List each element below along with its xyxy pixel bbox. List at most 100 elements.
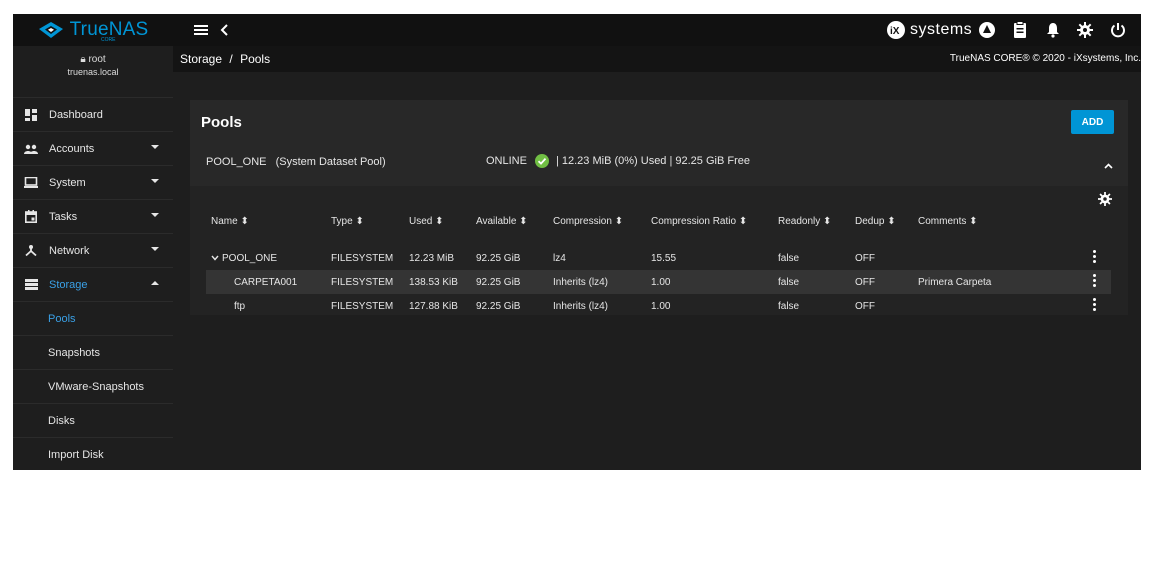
column-header-name[interactable]: Name ⬍ (211, 216, 249, 227)
cell-available: 92.25 GiB (476, 253, 521, 264)
table-row[interactable]: ftp FILESYSTEM 127.88 KiB 92.25 GiB Inhe… (206, 294, 1111, 318)
cell-name: CARPETA001 (234, 277, 298, 288)
chevron-down-icon (151, 213, 159, 217)
power-icon[interactable] (1108, 20, 1128, 40)
cell-used: 138.53 KiB (409, 277, 458, 288)
column-header-compression-ratio[interactable]: Compression Ratio ⬍ (651, 216, 747, 227)
bell-icon[interactable] (1043, 20, 1063, 40)
chevron-down-icon (151, 247, 159, 251)
expand-chevron-icon[interactable] (211, 253, 219, 264)
cell-used: 12.23 MiB (409, 253, 455, 264)
cell-compression: lz4 (553, 253, 566, 264)
app-window: TrueNAS CORE iX systems 🔒︎ root truenas.… (13, 14, 1141, 470)
cell-readonly: false (778, 277, 800, 288)
truenas-logo-icon (38, 22, 63, 38)
brand-edition: CORE (101, 37, 116, 43)
calendar-icon (13, 210, 49, 223)
system-icon (13, 177, 49, 188)
chevron-down-icon (151, 179, 159, 183)
sidebar-item-label: Accounts (49, 142, 95, 155)
sidebar-subitem-snapshots[interactable]: Snapshots (13, 336, 173, 370)
row-actions-kebab-icon[interactable] (1093, 274, 1097, 288)
cell-compression: Inherits (lz4) (553, 277, 609, 288)
breadcrumb-separator: / (229, 52, 233, 66)
column-header-readonly[interactable]: Readonly ⬍ (778, 216, 831, 227)
ixsystems-logo[interactable]: iX systems (885, 19, 972, 41)
sidebar-item-label: Dashboard (49, 108, 103, 121)
table-header: Name ⬍ Type ⬍ Used ⬍ Available ⬍ Compres… (190, 216, 1128, 232)
cell-readonly: false (778, 253, 800, 264)
sidebar-item-accounts[interactable]: Accounts (13, 132, 173, 166)
table-row[interactable]: POOL_ONE FILESYSTEM 12.23 MiB 92.25 GiB … (206, 246, 1111, 270)
sidebar-item-network[interactable]: Network (13, 234, 173, 268)
cell-ratio: 1.00 (651, 277, 671, 288)
cell-used: 127.88 KiB (409, 301, 458, 312)
sidebar-subitem-disks[interactable]: Disks (13, 404, 173, 438)
user-panel: 🔒︎ root truenas.local (13, 46, 173, 98)
truecommand-icon[interactable] (977, 20, 997, 40)
sidebar-item-label: Storage (49, 278, 88, 291)
ix-logo: iX (887, 21, 905, 39)
cell-type: FILESYSTEM (331, 277, 394, 288)
sidebar-item-label: Tasks (49, 210, 78, 223)
column-header-type[interactable]: Type ⬍ (331, 216, 364, 227)
breadcrumb-current: Pools (240, 52, 271, 66)
cell-compression: Inherits (lz4) (553, 301, 609, 312)
sidebar-item-system[interactable]: System (13, 166, 173, 200)
table-settings-gear-icon[interactable] (1098, 192, 1112, 211)
user-line: 🔒︎ root (13, 46, 173, 65)
pool-note: (System Dataset Pool) (275, 156, 386, 168)
cell-name: ftp (234, 301, 246, 312)
cell-dedup: OFF (855, 277, 875, 288)
back-chevron-icon[interactable] (215, 20, 235, 40)
accounts-icon (13, 144, 49, 154)
sidebar-subitem-vmware-snapshots[interactable]: VMware-Snapshots (13, 370, 173, 404)
table-row[interactable]: CARPETA001 FILESYSTEM 138.53 KiB 92.25 G… (206, 270, 1111, 294)
sidebar-item-tasks[interactable]: Tasks (13, 200, 173, 234)
column-header-available[interactable]: Available ⬍ (476, 216, 528, 227)
pools-card: Pools ADD POOL_ONE (System Dataset Pool)… (190, 100, 1128, 315)
add-button[interactable]: ADD (1071, 110, 1114, 134)
breadcrumb-parent[interactable]: Storage (180, 52, 222, 66)
breadcrumb-bar: Storage / Pools TrueNAS CORE® © 2020 - i… (173, 46, 1141, 72)
sidebar-item-label: Network (49, 244, 90, 257)
cell-dedup: OFF (855, 253, 875, 264)
pool-header[interactable]: POOL_ONE (System Dataset Pool) (206, 156, 386, 168)
column-header-used[interactable]: Used ⬍ (409, 216, 444, 227)
collapse-chevron-icon[interactable] (1104, 161, 1113, 172)
column-header-compression[interactable]: Compression ⬍ (553, 216, 623, 227)
cell-name: POOL_ONE (222, 253, 278, 264)
column-header-dedup[interactable]: Dedup ⬍ (855, 216, 896, 227)
brand-logo[interactable]: TrueNAS CORE (13, 14, 173, 46)
network-icon (13, 244, 49, 257)
sidebar-item-dashboard[interactable]: Dashboard (13, 98, 173, 132)
top-bar: TrueNAS CORE iX systems (13, 14, 1141, 46)
column-header-comments[interactable]: Comments ⬍ (918, 216, 978, 227)
row-actions-kebab-icon[interactable] (1093, 298, 1097, 312)
breadcrumb: Storage / Pools (180, 52, 270, 66)
chevron-down-icon (151, 145, 159, 149)
sidebar-subitem-import-disk[interactable]: Import Disk (13, 438, 173, 470)
sidebar-subitem-pools[interactable]: Pools (13, 302, 173, 336)
cell-ratio: 15.55 (651, 253, 677, 264)
sidebar-item-label: System (49, 176, 86, 189)
cell-ratio: 1.00 (651, 301, 671, 312)
cell-type: FILESYSTEM (331, 301, 394, 312)
svg-text:iX: iX (890, 26, 900, 37)
check-circle-icon (534, 154, 549, 168)
storage-icon (13, 279, 49, 290)
pool-name: POOL_ONE (206, 156, 267, 168)
vendor-name: systems (910, 21, 973, 38)
pool-status: ONLINE | 12.23 MiB (0%) Used | 92.25 GiB… (486, 154, 750, 168)
host-name: truenas.local (67, 67, 119, 77)
row-actions-kebab-icon[interactable] (1093, 250, 1097, 264)
lock-icon: 🔒︎ (80, 54, 86, 65)
gear-icon[interactable] (1075, 20, 1095, 40)
menu-icon[interactable] (191, 20, 211, 40)
sidebar-item-storage[interactable]: Storage (13, 268, 173, 302)
clipboard-icon[interactable] (1010, 20, 1030, 40)
cell-comments: Primera Carpeta (918, 277, 992, 288)
usage-text: | 12.23 MiB (0%) Used | 92.25 GiB Free (555, 155, 750, 167)
status-text: ONLINE (486, 155, 527, 167)
copyright: TrueNAS CORE® © 2020 - iXsystems, Inc. (949, 53, 1141, 64)
